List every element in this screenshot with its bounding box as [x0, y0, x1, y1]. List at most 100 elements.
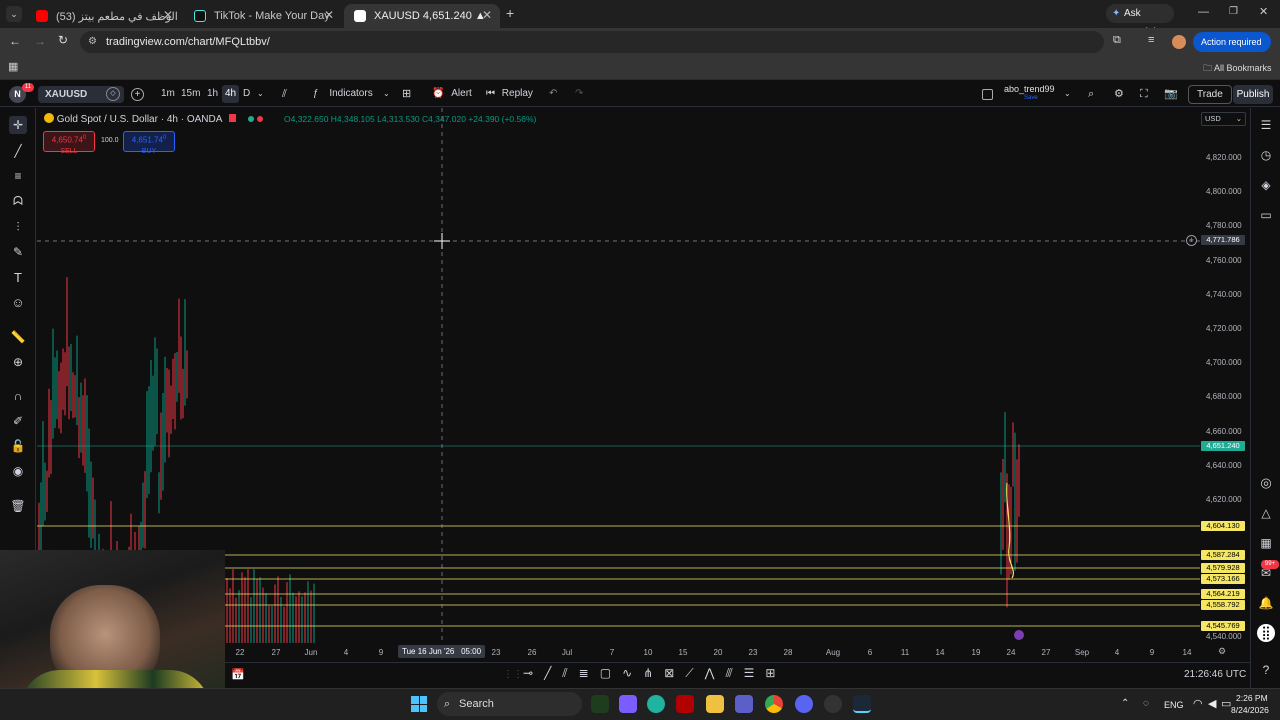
trade-button[interactable]: Trade [1188, 85, 1232, 104]
quick-search-icon[interactable]: ⌕ [1088, 81, 1094, 107]
layout-name[interactable]: abo_trend99 [1004, 84, 1055, 94]
interval-15m[interactable]: 15m [181, 81, 200, 107]
bell-icon[interactable]: 🔔 [1257, 594, 1275, 612]
grid-tool-icon[interactable]: ⊞ [765, 666, 786, 680]
flag-icon[interactable] [228, 114, 236, 122]
fib-retracement-tool-icon[interactable]: ≡ [9, 167, 27, 185]
stay-drawing-icon[interactable]: ✐ [9, 412, 27, 430]
brush-tool-icon[interactable]: ✎ [9, 243, 27, 261]
remove-drawings-icon[interactable]: 🗑 [9, 497, 27, 515]
battery-icon[interactable]: ▭ [1221, 697, 1231, 710]
fullscreen-icon[interactable]: ⛶ [1140, 81, 1148, 107]
apps-grid-icon[interactable]: ▦ [8, 60, 18, 73]
zoom-in-icon[interactable]: ⊕ [9, 353, 27, 371]
emoji-tool-icon[interactable]: ☺ [9, 293, 27, 311]
hline-tool-icon[interactable]: ⊸ [523, 666, 544, 680]
compare-symbol-icon[interactable]: + [131, 88, 144, 101]
fan-tool-icon[interactable]: ⟋ [685, 666, 704, 680]
extensions-icon[interactable]: ⧉ [1113, 34, 1121, 47]
language-indicator[interactable]: ENG [1164, 700, 1184, 710]
time-axis-settings-icon[interactable]: ⚙ [1218, 646, 1226, 657]
tab-list-button[interactable]: ⌄ [6, 6, 22, 22]
taskbar-app-icon[interactable] [591, 695, 609, 713]
teams-icon[interactable] [735, 695, 753, 713]
date-range-icon[interactable]: 📅 [231, 668, 245, 681]
browser-tab-tradingview[interactable]: XAUUSD 4,651.240 ▲ +1.05% a ✕ [344, 4, 500, 28]
utc-clock[interactable]: 21:26:46 UTC [1184, 669, 1246, 680]
text-tool-icon[interactable]: T [9, 268, 27, 286]
ask-gemini-button[interactable]: ✦ Ask Gemini [1106, 4, 1174, 38]
lock-drawings-icon[interactable]: 🔓 [9, 437, 27, 455]
browser-tab-tiktok[interactable]: TikTok - Make Your Day ✕ [184, 4, 342, 28]
indicators-button[interactable]: ƒ Indicators [313, 81, 373, 107]
fib-tool-icon[interactable]: ≣ [579, 666, 600, 680]
tray-chevron-icon[interactable]: ⌃ [1121, 698, 1129, 709]
interval-1h[interactable]: 1h [207, 81, 218, 107]
forecast-tool-icon[interactable]: ⫶ [9, 218, 27, 236]
drag-handle-icon[interactable]: ⋮⋮ [503, 669, 523, 680]
ray-tool-icon[interactable]: ╱ [544, 666, 562, 680]
lines-tool-icon[interactable]: ☰ [744, 666, 766, 680]
close-window-button[interactable]: ✕ [1259, 5, 1268, 18]
back-icon[interactable]: ← [9, 34, 21, 48]
price-axis[interactable]: USD ⌄ 4,820.000 4,800.000 4,780.000 4,760… [1200, 108, 1250, 643]
buy-button[interactable]: 4,651.740 BUY [123, 131, 175, 155]
hide-drawings-icon[interactable]: ◉ [9, 462, 27, 480]
layout-dropdown-icon[interactable]: ⌄ [1064, 81, 1071, 107]
chrome-icon[interactable] [765, 695, 783, 713]
symbol-options-icon[interactable]: ◇ [106, 87, 120, 101]
close-tab-icon[interactable]: ✕ [324, 8, 334, 22]
currency-selector[interactable]: USD ⌄ [1201, 112, 1246, 126]
tray-app-icon[interactable]: ◌ [1143, 698, 1149, 709]
ideas-triangle-icon[interactable]: △ [1257, 504, 1275, 522]
magnet-icon[interactable]: ∩ [9, 387, 27, 405]
calendar-icon[interactable]: ▦ [1257, 534, 1275, 552]
trendline-tool-icon[interactable]: ╱ [9, 142, 27, 160]
minimize-button[interactable]: — [1198, 6, 1209, 18]
site-info-icon[interactable]: ⚙ [88, 31, 97, 53]
settings-gear-icon[interactable]: ⚙ [1114, 81, 1124, 107]
address-input[interactable]: ⚙ tradingview.com/chart/MFQLtbbv/ [80, 31, 1104, 53]
interval-d[interactable]: D [243, 81, 250, 107]
chart-type-icon[interactable]: ⫽ [282, 81, 287, 107]
interval-4h-active[interactable]: 4h [222, 85, 240, 103]
browser-tab-youtube[interactable]: (53) عندما الوظف في مطعم بيتز ✕ [26, 4, 181, 28]
sell-button[interactable]: 4,650.740 SELL [43, 131, 95, 155]
pattern-tool-icon[interactable]: ᗣ [9, 192, 27, 210]
help-icon[interactable]: ? [1257, 661, 1275, 679]
action-required-button[interactable]: Action required [1193, 32, 1271, 52]
measure-ruler-icon[interactable]: 📏 [9, 328, 27, 346]
wifi-icon[interactable]: ◠ [1193, 697, 1203, 710]
layout-checkbox[interactable] [982, 89, 993, 100]
layers-icon[interactable]: ◈ [1257, 176, 1275, 194]
edge-icon[interactable] [647, 695, 665, 713]
forward-icon[interactable]: → [34, 34, 46, 48]
elliott-tool-icon[interactable]: ⋀ [705, 666, 726, 680]
redo-icon[interactable]: ↷ [575, 81, 583, 107]
taskbar-time[interactable]: 2:26 PM [1236, 693, 1268, 703]
interval-dropdown-icon[interactable]: ⌄ [257, 81, 264, 107]
discord-icon[interactable] [795, 695, 813, 713]
channel-tool-icon[interactable]: ⫽ [562, 666, 578, 680]
publish-button[interactable]: Publish [1233, 85, 1273, 104]
parallel-tool-icon[interactable]: ⫻ [726, 666, 744, 680]
new-tab-button[interactable]: + [506, 5, 514, 21]
apps-icon[interactable]: ⣿ [1257, 624, 1275, 642]
reload-icon[interactable]: ↻ [58, 33, 68, 47]
gann-tool-icon[interactable]: ⊠ [664, 666, 685, 680]
restore-button[interactable]: ❐ [1229, 6, 1238, 17]
undo-icon[interactable]: ↶ [549, 81, 557, 107]
target-icon[interactable]: ◎ [1257, 474, 1275, 492]
path-tool-icon[interactable]: ∿ [622, 666, 643, 680]
alerts-clock-icon[interactable]: ◷ [1257, 146, 1275, 164]
pitchfork-tool-icon[interactable]: ⋔ [643, 666, 664, 680]
start-windows-icon[interactable] [411, 696, 427, 712]
rectangle-tool-icon[interactable]: ▢ [600, 666, 622, 680]
indicators-dropdown-icon[interactable]: ⌄ [383, 81, 390, 107]
replay-button[interactable]: ⏮ Replay [486, 81, 533, 107]
taskbar-date[interactable]: 8/24/2026 [1231, 705, 1269, 715]
taskbar-app-icon[interactable] [824, 695, 842, 713]
interval-1m[interactable]: 1m [161, 81, 175, 107]
chat-icon[interactable]: ▭ [1257, 206, 1275, 224]
taskbar-app-icon[interactable] [619, 695, 637, 713]
